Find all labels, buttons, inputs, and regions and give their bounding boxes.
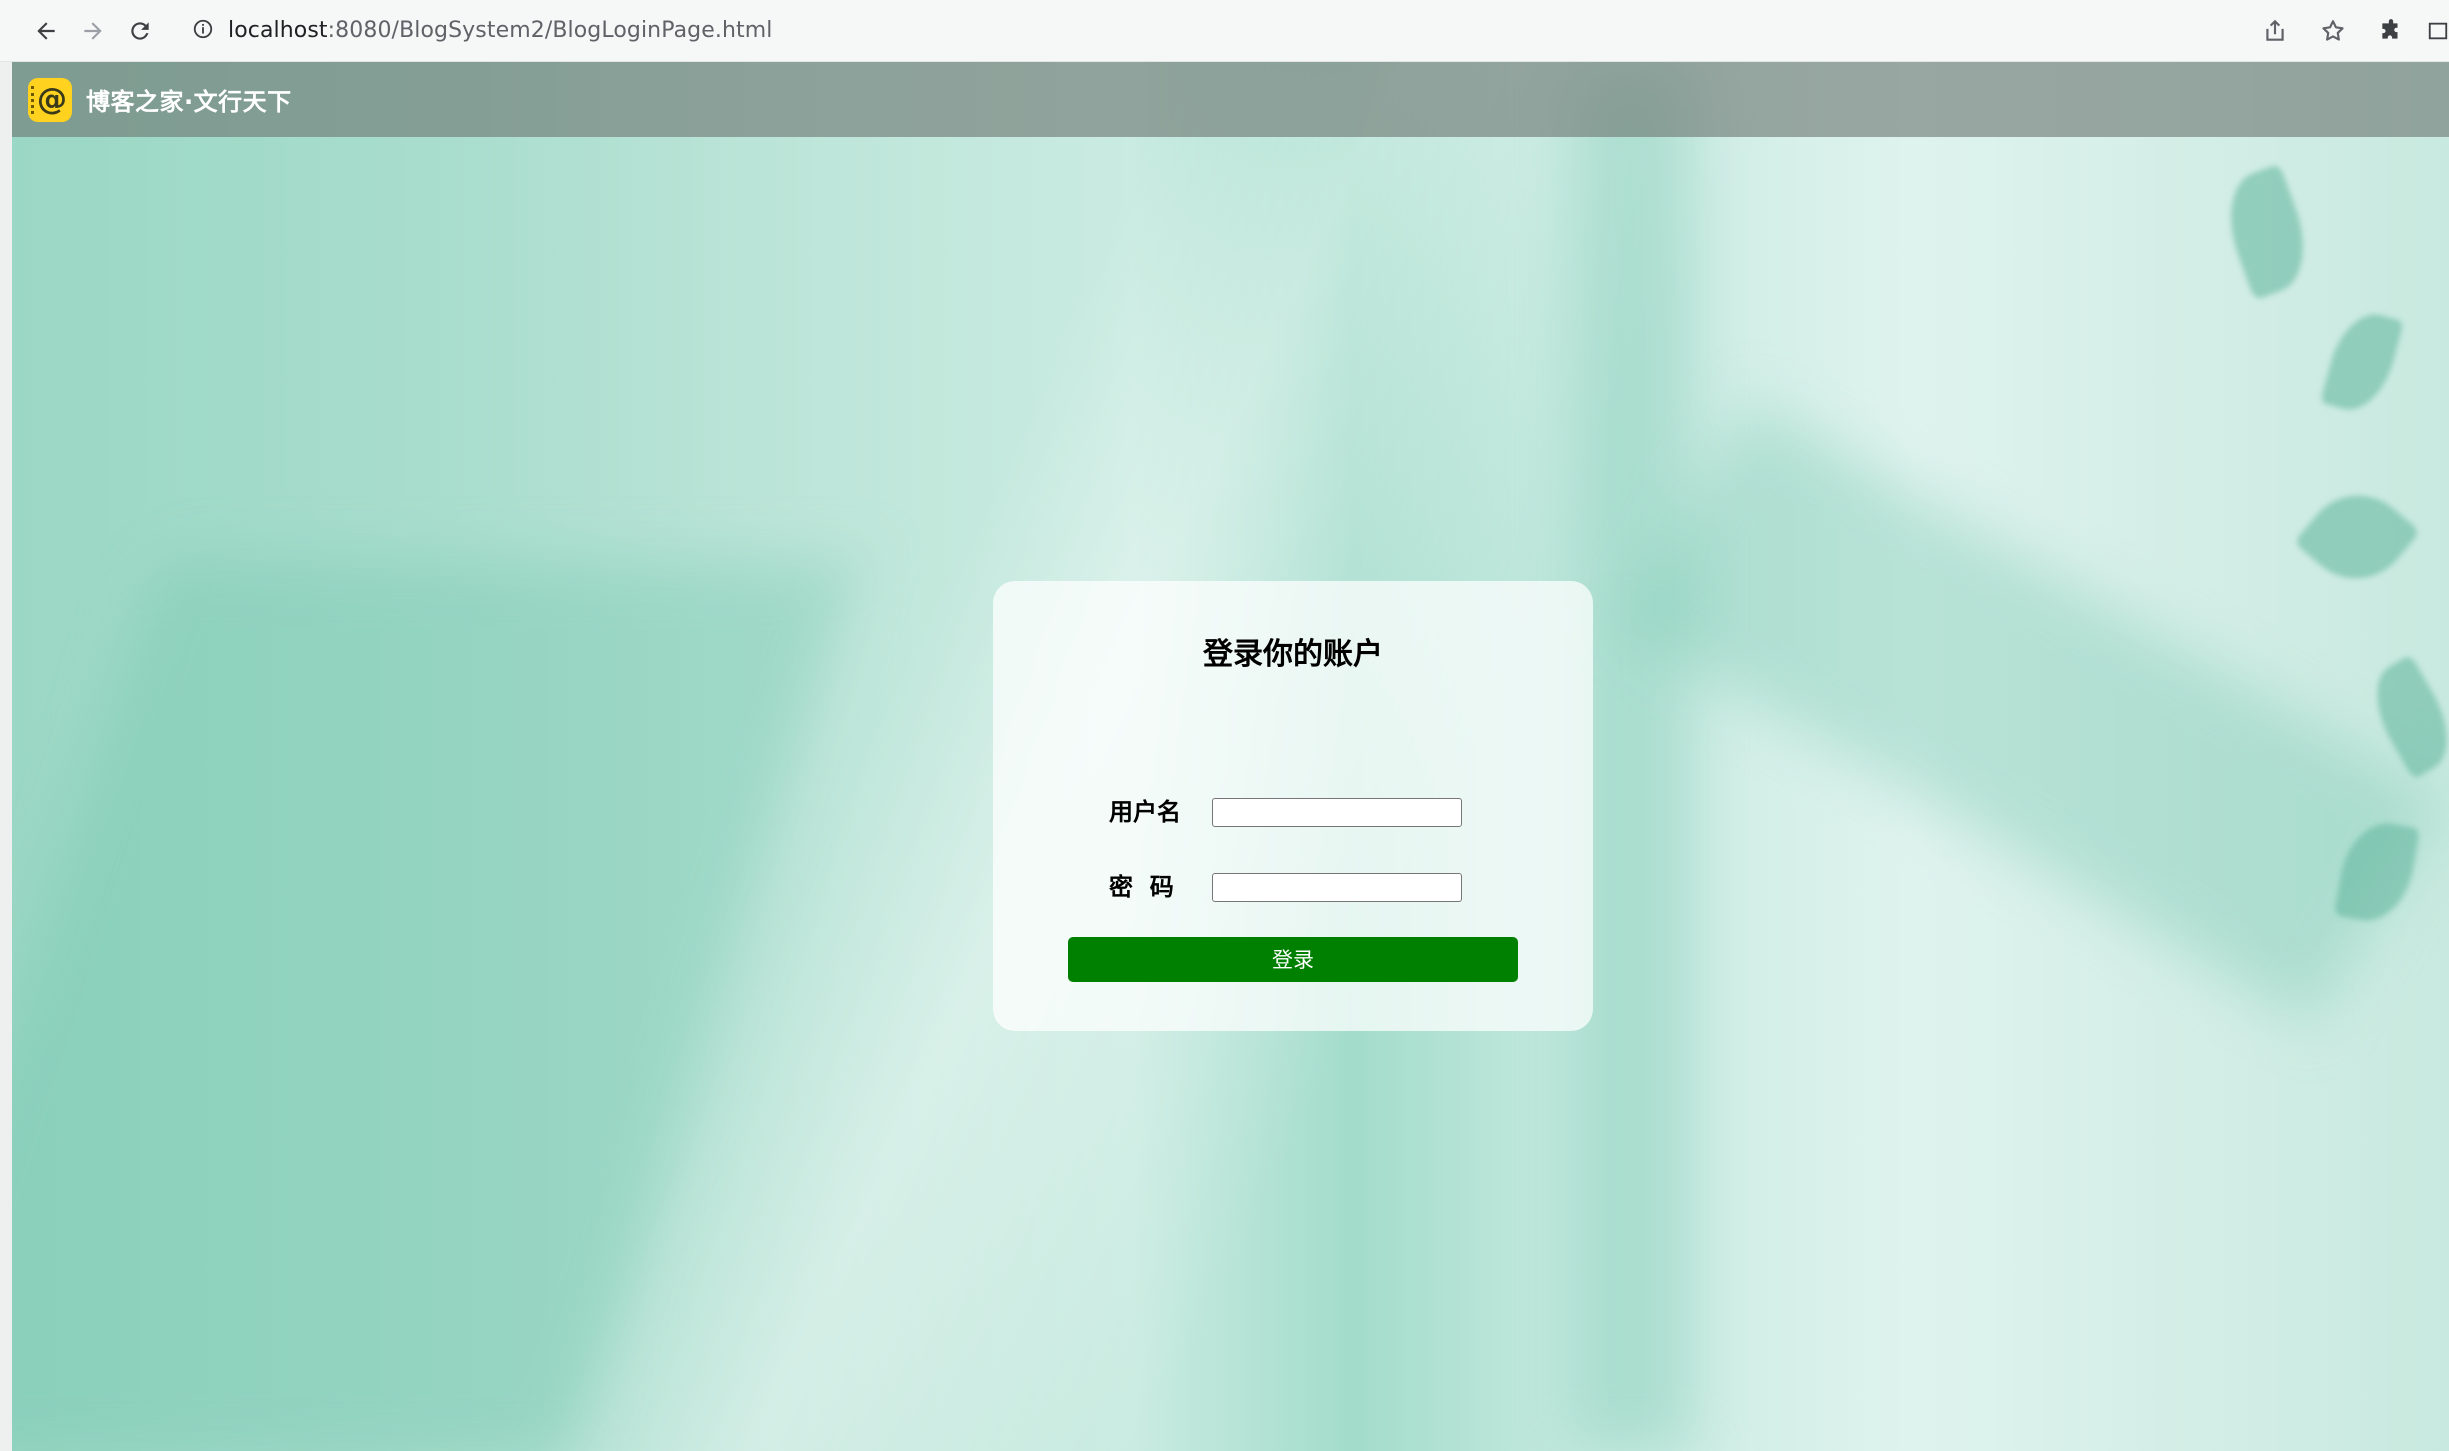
browser-toolbar: localhost:8080/BlogSystem2/BlogLoginPage…	[0, 0, 2449, 62]
username-label: 用户名	[1109, 798, 1181, 826]
info-icon[interactable]	[192, 18, 214, 44]
bg-shadow	[1620, 399, 2444, 1025]
bg-leaf	[2293, 473, 2421, 601]
side-panel-icon	[2428, 22, 2448, 40]
url-text[interactable]: localhost:8080/BlogSystem2/BlogLoginPage…	[228, 18, 773, 43]
arrow-left-icon	[37, 21, 55, 40]
extensions-button[interactable]	[2369, 9, 2413, 53]
url-path: :8080/BlogSystem2/BlogLoginPage.html	[327, 18, 773, 43]
site-header: @ 博客之家·文行天下	[12, 62, 2449, 137]
url-host: localhost	[228, 18, 328, 43]
puzzle-icon	[2382, 19, 2398, 39]
reload-icon	[131, 21, 149, 40]
bg-shadow	[12, 562, 859, 1451]
login-button[interactable]: 登录	[1068, 937, 1518, 982]
side-panel-button[interactable]	[2427, 9, 2449, 53]
address-bar[interactable]: localhost:8080/BlogSystem2/BlogLoginPage…	[192, 9, 773, 53]
star-icon	[2322, 20, 2344, 41]
bookmark-button[interactable]	[2311, 9, 2355, 53]
reload-button[interactable]	[118, 9, 162, 53]
window-gutter	[0, 62, 12, 1451]
at-sign-glyph: @	[37, 82, 67, 117]
toolbar-actions	[2239, 0, 2449, 62]
share-button[interactable]	[2253, 9, 2297, 53]
bg-leaf	[2320, 305, 2404, 419]
password-label: 密 码	[1109, 873, 1174, 901]
at-sign-notebook-icon[interactable]: @	[28, 77, 72, 122]
share-icon	[2266, 19, 2284, 41]
page-viewport: @ 博客之家·文行天下 登录你的账户 用户名 密 码 登录	[12, 62, 2449, 1451]
password-input[interactable]	[1212, 873, 1462, 902]
username-input[interactable]	[1212, 798, 1462, 827]
username-row: 用户名	[993, 796, 1593, 828]
bg-leaf	[2213, 163, 2321, 301]
password-row: 密 码	[993, 871, 1593, 903]
arrow-right-icon	[84, 21, 102, 40]
site-title: 博客之家·文行天下	[86, 88, 292, 116]
login-card: 登录你的账户 用户名 密 码 登录	[993, 581, 1593, 1031]
back-button[interactable]	[24, 9, 68, 53]
forward-button[interactable]	[71, 9, 115, 53]
login-title: 登录你的账户	[1203, 637, 1383, 672]
notebook-rings	[31, 85, 37, 114]
